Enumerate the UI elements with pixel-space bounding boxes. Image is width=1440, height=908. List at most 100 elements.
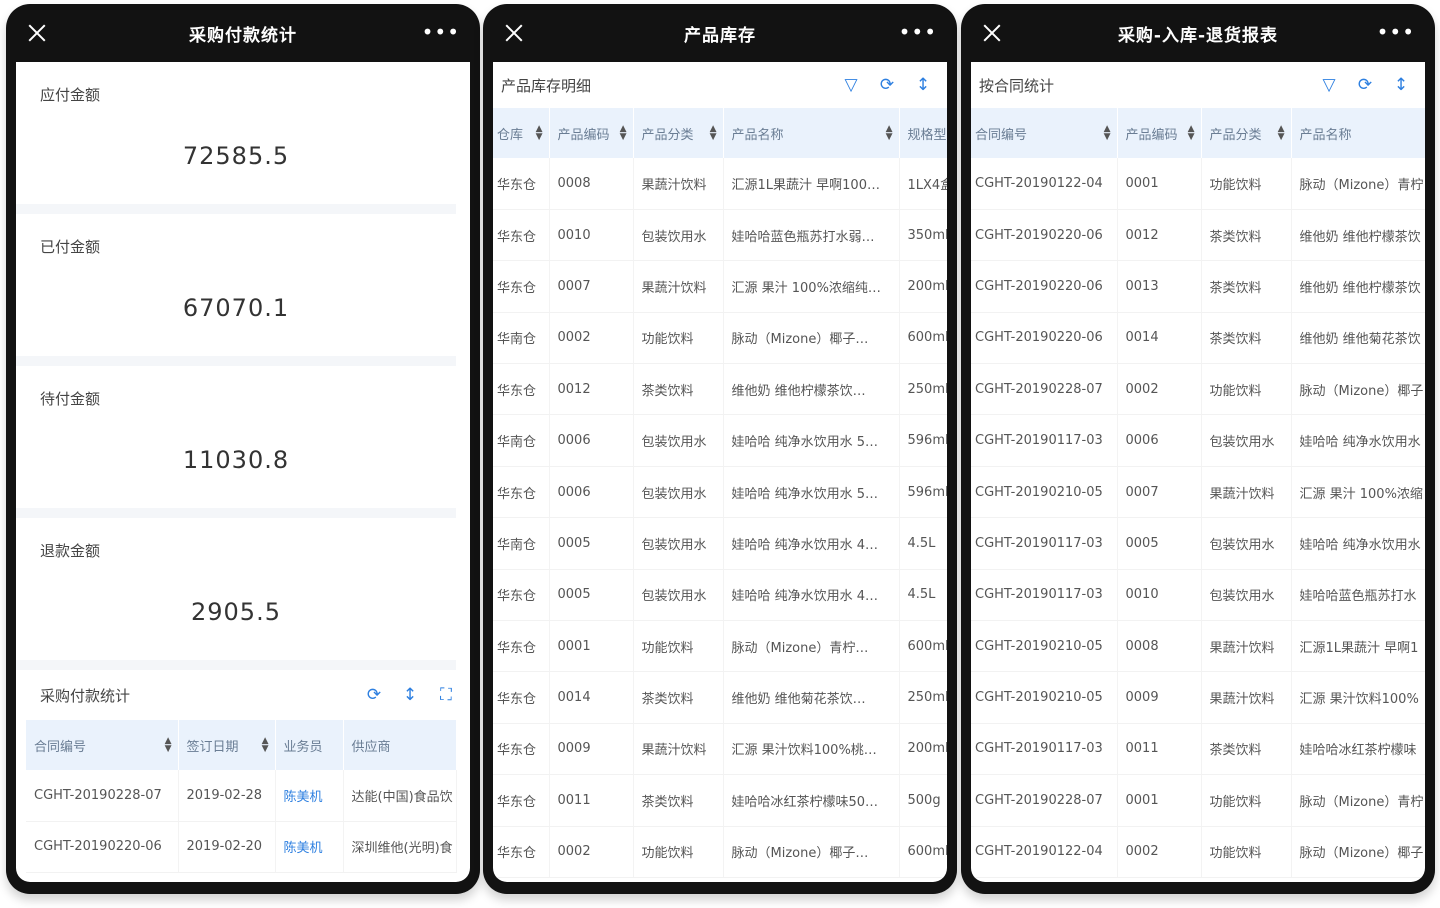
filter-icon[interactable]: ▽ <box>1319 75 1339 95</box>
column-header-label: 合同编号 <box>34 739 87 755</box>
table-row[interactable]: CGHT-20190220-06 2019-02-20 陈美机 深圳维他(光明)… <box>26 821 457 873</box>
close-icon[interactable] <box>501 20 527 46</box>
sort-toggle-icon[interactable]: ▲ ▼ <box>1188 125 1195 142</box>
sort-icon[interactable]: ↕ <box>1391 75 1411 95</box>
table-row[interactable]: 华东仓0008果蔬汁饮料汇源1L果蔬汁 早啊100…1LX4盒 <box>493 158 947 210</box>
phone-frame-inventory: 产品库存 ••• 产品库存明细 ▽ ⟳ ↕ 仓库 ▲ ▼ 产品编码 ▲ ▼ 产品分类 ▲ ▼ <box>483 4 957 894</box>
table-row[interactable]: 华东仓 0010 包装饮用水 娃哈哈蓝色瓶苏打水弱… 350ml <box>493 209 947 262</box>
sort-toggle-icon[interactable]: ▲ ▼ <box>1104 125 1111 142</box>
column-header[interactable]: 产品编码 ▲ ▼ <box>1117 108 1202 158</box>
sort-toggle-icon[interactable]: ▲ ▼ <box>1278 125 1285 142</box>
table-row[interactable]: 华东仓 0012 茶类饮料 维他奶 维他柠檬茶饮… 250ml <box>493 363 947 416</box>
fullscreen-icon[interactable]: ⛶ <box>436 685 456 705</box>
cell-product-code: 0007 <box>549 260 634 313</box>
column-header[interactable]: 合同编号 ▲ ▼ <box>971 108 1118 158</box>
table-row[interactable]: CGHT-20190220-06 0014 茶类饮料 维他奶 维他菊花茶饮 <box>971 312 1425 365</box>
cell-product-category: 功能饮料 <box>633 312 724 365</box>
toolbar: ▽ ⟳ ↕ <box>841 75 933 95</box>
contract-table-body: CGHT-20190122-04 0001 功能饮料 脉动（Mizone）青柠 CGHT… <box>971 158 1425 878</box>
cell-salesperson-link[interactable]: 陈美机 <box>275 770 344 822</box>
cell-product-category: 包装饮用水 <box>1201 414 1292 467</box>
cell-product-name: 娃哈哈冰红茶柠檬味50… <box>723 774 900 827</box>
table-row[interactable]: CGHT-20190220-06 0013 茶类饮料 维他奶 维他柠檬茶饮 <box>971 260 1425 313</box>
table-row[interactable]: CGHT-20190122-04 0001 功能饮料 脉动（Mizone）青柠 <box>971 158 1425 210</box>
table-row[interactable]: CGHT-20190117-03 0006 包装饮用水 娃哈哈 纯净水饮用水 <box>971 414 1425 467</box>
cell-product-name: 娃哈哈 纯净水饮用水 4… <box>723 569 900 622</box>
cell-warehouse: 华东仓 <box>493 260 550 313</box>
column-header[interactable]: 产品分类 ▲ ▼ <box>1201 108 1292 158</box>
refresh-icon[interactable]: ⟳ <box>877 75 897 95</box>
table-header-row: 仓库 ▲ ▼ 产品编码 ▲ ▼ 产品分类 ▲ ▼ 产品名称 ▲ ▼ 规格型 <box>493 108 947 158</box>
table-row[interactable]: CGHT-20190117-03 0011 茶类饮料 娃哈哈冰红茶柠檬味 <box>971 723 1425 776</box>
table-row[interactable]: CGHT-20190228-07 0001 功能饮料 脉动（Mizone）青柠 <box>971 774 1425 827</box>
table-row[interactable]: 华南仓 0005 包装饮用水 娃哈哈 纯净水饮用水 4… 4.5L <box>493 517 947 570</box>
table-row[interactable]: CGHT-20190117-03 0005 包装饮用水 娃哈哈 纯净水饮用水 <box>971 517 1425 570</box>
column-header[interactable]: 仓库 ▲ ▼ <box>493 108 550 158</box>
more-icon[interactable]: ••• <box>1377 22 1415 42</box>
column-header[interactable]: 合同编号 ▲ ▼ <box>26 720 179 770</box>
column-header[interactable]: 供应商 <box>343 720 457 770</box>
table-row[interactable]: CGHT-20190228-07 2019-02-28 陈美机 达能(中国)食品… <box>26 770 457 822</box>
column-header[interactable]: 规格型 <box>899 108 947 158</box>
stat-label: 应付金额 <box>40 86 101 104</box>
filter-icon[interactable]: ▽ <box>841 75 861 95</box>
sort-toggle-icon[interactable]: ▲ ▼ <box>262 737 269 754</box>
table-row[interactable]: CGHT-20190228-07 0002 功能饮料 脉动（Mizone）椰子 <box>971 363 1425 416</box>
table-row[interactable]: CGHT-20190117-03 0010 包装饮用水 娃哈哈蓝色瓶苏打水 <box>971 569 1425 622</box>
column-header[interactable]: 产品名称 ▲ ▼ <box>723 108 900 158</box>
column-header[interactable]: 签订日期 ▲ ▼ <box>178 720 276 770</box>
sort-toggle-icon[interactable]: ▲ ▼ <box>620 125 627 142</box>
column-header[interactable]: 产品名称 <box>1291 108 1425 158</box>
cell-product-name: 汇源 果汁 100%浓缩 <box>1291 466 1425 519</box>
table-row[interactable]: 华东仓 0009 果蔬汁饮料 汇源 果汁饮料100%桃… 200ml <box>493 723 947 776</box>
table-row[interactable]: CGHT-20190122-04 0002 功能饮料 脉动（Mizone）椰子 <box>971 826 1425 878</box>
table-row[interactable]: 华南仓 0002 功能饮料 脉动（Mizone）椰子… 600ml <box>493 312 947 365</box>
sort-toggle-icon[interactable]: ▲ ▼ <box>536 125 543 142</box>
toolbar: ▽ ⟳ ↕ <box>1319 75 1411 95</box>
table-row[interactable]: 华东仓 0006 包装饮用水 娃哈哈 纯净水饮用水 5… 596ml <box>493 466 947 519</box>
table-row[interactable]: 华南仓 0006 包装饮用水 娃哈哈 纯净水饮用水 5… 596ml <box>493 414 947 467</box>
inventory-table: 仓库 ▲ ▼ 产品编码 ▲ ▼ 产品分类 ▲ ▼ 产品名称 ▲ ▼ 规格型 华东仓 0008 果蔬汁… <box>493 108 947 878</box>
cell-product-code: 0001 <box>1117 158 1202 210</box>
more-icon[interactable]: ••• <box>422 22 460 42</box>
cell-product-code: 0002 <box>1117 826 1202 878</box>
payment-table: 合同编号 ▲ ▼ 签订日期 ▲ ▼ 业务员 供应商 CGHT-20190228-07 2… <box>26 720 457 873</box>
sort-toggle-icon[interactable]: ▲ ▼ <box>165 737 172 754</box>
column-header[interactable]: 业务员 <box>275 720 344 770</box>
cell-product-category: 包装饮用水 <box>633 209 724 262</box>
cell-product-name: 汇源 果汁 100%浓缩纯… <box>723 260 900 313</box>
refresh-icon[interactable]: ⟳ <box>364 685 384 705</box>
table-row[interactable]: CGHT-20190210-05 0007 果蔬汁饮料 汇源 果汁 100%浓缩 <box>971 466 1425 519</box>
column-header[interactable]: 产品编码 ▲ ▼ <box>549 108 634 158</box>
close-icon[interactable] <box>979 20 1005 46</box>
sort-toggle-icon[interactable]: ▲ ▼ <box>886 125 893 142</box>
close-icon[interactable] <box>24 20 50 46</box>
cell-salesperson-link[interactable]: 陈美机 <box>275 821 344 873</box>
sort-icon[interactable]: ↕ <box>400 685 420 705</box>
table-row[interactable]: CGHT-20190210-05 0008 果蔬汁饮料 汇源1L果蔬汁 早啊1 <box>971 620 1425 673</box>
cell-contract-no: CGHT-20190122-04 <box>971 158 1118 210</box>
cell-contract-no: CGHT-20190210-05 <box>971 466 1118 519</box>
cell-product-code: 0010 <box>549 209 634 262</box>
table-row[interactable]: CGHT-20190210-05 0009 果蔬汁饮料 汇源 果汁饮料100% <box>971 671 1425 724</box>
cell-product-category: 功能饮料 <box>1201 826 1292 878</box>
cell-warehouse: 华东仓 <box>493 723 550 776</box>
stat-value: 72585.5 <box>182 142 290 170</box>
cell-product-category: 包装饮用水 <box>633 517 724 570</box>
table-row[interactable]: 华东仓 0007 果蔬汁饮料 汇源 果汁 100%浓缩纯… 200ml <box>493 260 947 313</box>
page-title: 采购付款统计 <box>189 25 297 46</box>
table-row[interactable]: CGHT-20190220-06 0012 茶类饮料 维他奶 维他柠檬茶饮 <box>971 209 1425 262</box>
sort-toggle-icon[interactable]: ▲ ▼ <box>710 125 717 142</box>
title-bar: 采购-入库-退货报表 ••• <box>971 4 1425 62</box>
table-row[interactable]: 华东仓 0014 茶类饮料 维他奶 维他菊花茶饮… 250ml <box>493 671 947 724</box>
cell-product-category: 包装饮用水 <box>1201 569 1292 622</box>
refresh-icon[interactable]: ⟳ <box>1355 75 1375 95</box>
table-row[interactable]: 华东仓 0011 茶类饮料 娃哈哈冰红茶柠檬味50… 500g <box>493 774 947 827</box>
cell-product-category: 果蔬汁饮料 <box>1201 671 1292 724</box>
table-row[interactable]: 华东仓 0005 包装饮用水 娃哈哈 纯净水饮用水 4… 4.5L <box>493 569 947 622</box>
more-icon[interactable]: ••• <box>899 22 937 42</box>
table-row[interactable]: 华东仓 0002 功能饮料 脉动（Mizone）椰子… 600ml <box>493 826 947 878</box>
sort-icon[interactable]: ↕ <box>913 75 933 95</box>
table-row[interactable]: 华东仓 0001 功能饮料 脉动（Mizone）青柠… 600ml <box>493 620 947 673</box>
column-header[interactable]: 产品分类 ▲ ▼ <box>633 108 724 158</box>
